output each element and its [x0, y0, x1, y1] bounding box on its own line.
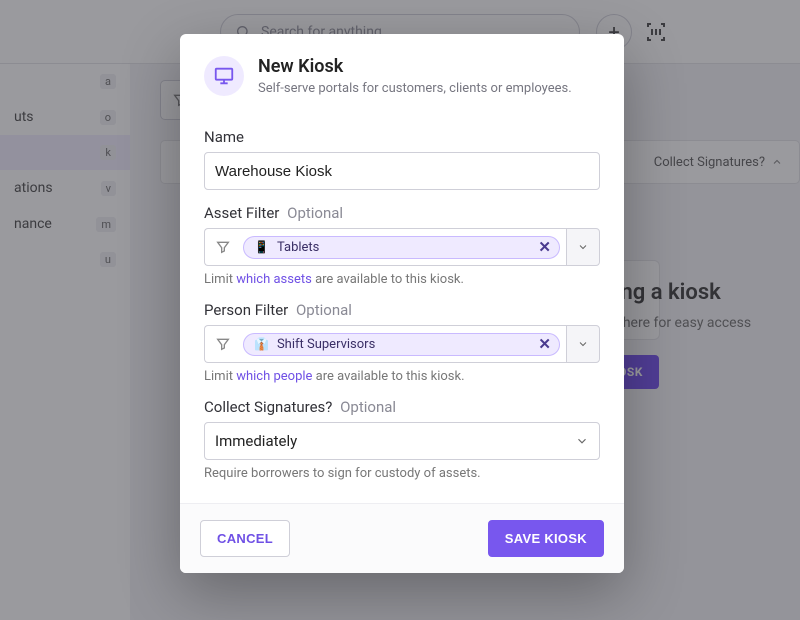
which-people-link[interactable]: which people — [236, 369, 312, 384]
select-value: Immediately — [215, 432, 297, 450]
hint-text: Limit — [204, 272, 236, 287]
modal-title: New Kiosk — [258, 56, 572, 77]
collect-signatures-hint: Require borrowers to sign for custody of… — [204, 466, 600, 481]
cancel-button[interactable]: CANCEL — [200, 520, 290, 557]
name-label: Name — [204, 128, 600, 146]
funnel-icon — [211, 239, 235, 255]
tablet-icon: 📱 — [254, 240, 269, 254]
person-filter-label: Person Filter Optional — [204, 301, 600, 319]
chip-remove-icon[interactable]: ✕ — [538, 240, 551, 255]
name-input[interactable] — [204, 152, 600, 190]
chip-remove-icon[interactable]: ✕ — [538, 337, 551, 352]
modal-subtitle: Self-serve portals for customers, client… — [258, 81, 572, 96]
person-icon: 👔 — [254, 337, 269, 351]
new-kiosk-modal: New Kiosk Self-serve portals for custome… — [180, 34, 624, 573]
chip-label: Tablets — [277, 240, 319, 255]
optional-text: Optional — [287, 204, 343, 222]
collect-signatures-label: Collect Signatures? Optional — [204, 398, 600, 416]
which-assets-link[interactable]: which assets — [236, 272, 312, 287]
modal-body: Name Asset Filter Optional 📱 Tablets ✕ — [180, 110, 624, 503]
asset-filter-box[interactable]: 📱 Tablets ✕ — [204, 228, 566, 266]
person-filter-group: Person Filter Optional 👔 Shift Superviso… — [204, 301, 600, 384]
modal-header: New Kiosk Self-serve portals for custome… — [180, 34, 624, 110]
asset-filter-chip[interactable]: 📱 Tablets ✕ — [243, 236, 560, 259]
name-group: Name — [204, 128, 600, 190]
asset-filter-label: Asset Filter Optional — [204, 204, 600, 222]
person-filter-chip[interactable]: 👔 Shift Supervisors ✕ — [243, 333, 560, 356]
hint-text: are available to this kiosk. — [312, 272, 464, 287]
chevron-down-icon — [577, 338, 589, 350]
label-text: Asset Filter — [204, 204, 279, 222]
label-text: Person Filter — [204, 301, 288, 319]
optional-text: Optional — [340, 398, 396, 416]
hint-text: are available to this kiosk. — [312, 369, 464, 384]
person-filter-hint: Limit which people are available to this… — [204, 369, 600, 384]
monitor-icon — [204, 56, 244, 96]
hint-text: Limit — [204, 369, 236, 384]
chevron-down-icon — [577, 241, 589, 253]
label-text: Collect Signatures? — [204, 398, 332, 416]
asset-filter-hint: Limit which assets are available to this… — [204, 272, 600, 287]
asset-filter-group: Asset Filter Optional 📱 Tablets ✕ — [204, 204, 600, 287]
optional-text: Optional — [296, 301, 352, 319]
save-kiosk-button[interactable]: SAVE KIOSK — [488, 520, 604, 557]
funnel-icon — [211, 336, 235, 352]
collect-signatures-group: Collect Signatures? Optional Immediately… — [204, 398, 600, 481]
chip-label: Shift Supervisors — [277, 337, 375, 352]
modal-footer: CANCEL SAVE KIOSK — [180, 503, 624, 573]
chevron-down-icon — [575, 434, 589, 448]
collect-signatures-select[interactable]: Immediately — [204, 422, 600, 460]
asset-filter-dropdown[interactable] — [566, 228, 600, 266]
person-filter-dropdown[interactable] — [566, 325, 600, 363]
person-filter-box[interactable]: 👔 Shift Supervisors ✕ — [204, 325, 566, 363]
